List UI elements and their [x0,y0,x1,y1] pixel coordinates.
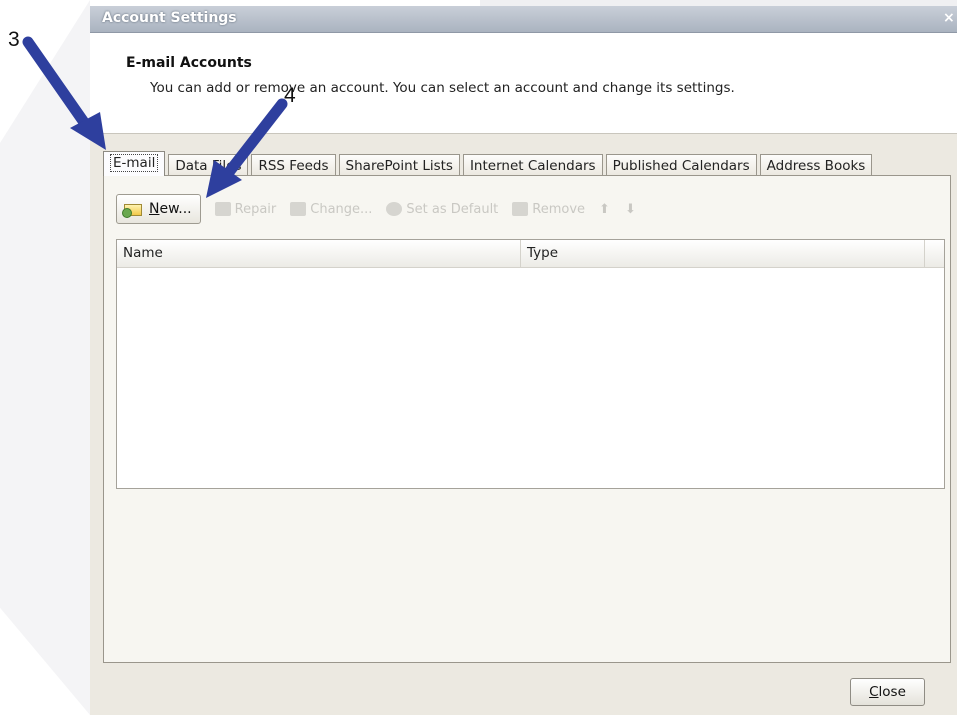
change-button[interactable]: Change... [290,202,372,217]
background-shape [0,0,90,715]
tab-strip: E-mail Data Files RSS Feeds SharePoint L… [103,151,875,176]
tab-internet-calendars[interactable]: Internet Calendars [462,154,603,176]
tab-data-files[interactable]: Data Files [168,154,249,176]
account-list[interactable]: Name Type [116,239,945,489]
close-button[interactable]: Close [850,678,925,706]
tab-published-calendars[interactable]: Published Calendars [605,154,757,176]
remove-button[interactable]: Remove [512,202,585,217]
email-tab-panel: New... Repair Change... Set as Default R… [103,175,951,663]
repair-icon [214,202,231,216]
column-header-type[interactable]: Type [521,240,925,267]
dialog-title: Account Settings [102,10,237,26]
new-button-label: New... [149,201,192,217]
list-header: Name Type [117,240,944,268]
tab-rss-feeds[interactable]: RSS Feeds [251,154,336,176]
close-icon[interactable]: × [943,10,957,28]
remove-icon [512,202,529,216]
tab-address-books[interactable]: Address Books [759,154,873,176]
move-down-icon: ⬇ [625,202,636,217]
section-title: E-mail Accounts [126,55,252,71]
column-header-filler [925,240,944,267]
change-icon [290,202,307,216]
callout-number-3: 3 [8,28,20,51]
tab-email[interactable]: E-mail [103,151,166,176]
section-description: You can add or remove an account. You ca… [150,80,735,96]
set-default-icon [386,202,403,216]
move-down-button[interactable]: ⬇ [625,202,637,217]
tab-sharepoint-lists[interactable]: SharePoint Lists [338,154,460,176]
repair-button[interactable]: Repair [214,202,276,217]
header-panel: E-mail Accounts You can add or remove an… [90,33,957,134]
callout-number-4: 4 [284,84,296,107]
account-settings-dialog: Account Settings × E-mail Accounts You c… [90,6,957,715]
new-account-envelope-icon [122,200,144,218]
new-account-button[interactable]: New... [116,194,201,224]
account-toolbar: New... Repair Change... Set as Default R… [116,193,637,225]
set-default-button[interactable]: Set as Default [386,202,498,217]
column-header-name[interactable]: Name [117,240,521,267]
move-up-button[interactable]: ⬆ [599,202,611,217]
move-up-icon: ⬆ [599,202,610,217]
title-bar: Account Settings × [90,6,957,33]
